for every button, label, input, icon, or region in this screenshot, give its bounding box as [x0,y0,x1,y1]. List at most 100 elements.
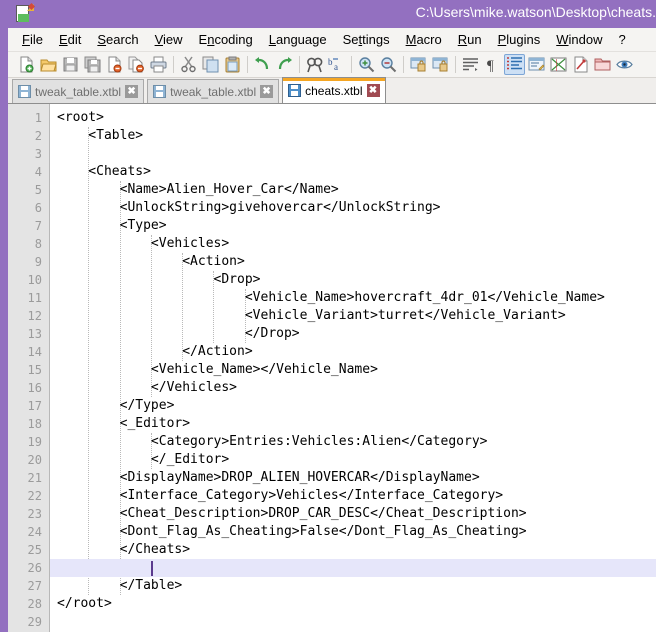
zoom-in-icon[interactable] [356,54,377,75]
tab-label: cheats.xtbl [305,83,363,98]
menu-item-view[interactable]: View [147,29,191,50]
code-line[interactable]: <Vehicles> [50,235,656,253]
window-title: C:\Users\mike.watson\Desktop\cheats. [415,4,656,20]
code-line[interactable]: </Vehicles> [50,379,656,397]
line-number: 1 [34,111,42,125]
code-line[interactable]: <Name>Alien_Hover_Car</Name> [50,181,656,199]
code-line[interactable]: </Type> [50,397,656,415]
code-line[interactable]: </Cheats> [50,541,656,559]
redo-icon[interactable] [274,54,295,75]
sync-vertical-scroll-icon[interactable] [408,54,429,75]
save-icon[interactable] [60,54,81,75]
code-line[interactable]: <Vehicle_Variant>turret</Vehicle_Variant… [50,307,656,325]
code-line[interactable]: <Table> [50,127,656,145]
code-line[interactable] [50,559,656,577]
line-number: 5 [34,183,42,197]
code-line[interactable]: <Dont_Flag_As_Cheating>False</Dont_Flag_… [50,523,656,541]
code-line[interactable]: </Table> [50,577,656,595]
undo-icon[interactable] [252,54,273,75]
line-number: 15 [27,363,42,377]
toolbar-separator [351,56,352,73]
menu-item-language[interactable]: Language [261,29,335,50]
notepad-plus-plus-icon[interactable] [14,2,36,24]
indent-guide-icon[interactable] [504,54,525,75]
find-icon[interactable] [304,54,325,75]
notepad-plus-plus-window: C:\Users\mike.watson\Desktop\cheats. Fil… [0,0,656,632]
code-line[interactable]: </root> [50,595,656,613]
close-file-icon[interactable] [104,54,125,75]
print-icon[interactable] [148,54,169,75]
tab-tweak-table-1[interactable]: tweak_table.xtbl ✖ [12,79,145,103]
tab-close-icon[interactable]: ✖ [366,84,380,97]
code-line[interactable]: <Category>Entries:Vehicles:Alien</Catego… [50,433,656,451]
menu-item-macro[interactable]: Macro [398,29,450,50]
paste-icon[interactable] [222,54,243,75]
save-all-icon[interactable] [82,54,103,75]
menu-item-settings[interactable]: Settings [335,29,398,50]
line-number: 2 [34,129,42,143]
line-number: 20 [27,453,42,467]
line-number: 14 [27,345,42,359]
close-all-files-icon[interactable] [126,54,147,75]
menu-item-file[interactable]: File [14,29,51,50]
code-line[interactable] [50,613,656,631]
menu-item-encoding[interactable]: Encoding [191,29,261,50]
menu-item-edit[interactable]: Edit [51,29,89,50]
replace-icon[interactable]: ba [326,54,347,75]
editor-area[interactable]: 1 2 3 4 5 6 7 8 9 10 11 12 13 14 15 16 17 18 19 20 21 22 23 24 2… [8,104,656,632]
code-line[interactable]: </_Editor> [50,451,656,469]
toolbar-separator [299,56,300,73]
code-line[interactable]: <root> [50,109,656,127]
line-number: 3 [34,147,42,161]
sync-horizontal-scroll-icon[interactable] [430,54,451,75]
code-line[interactable]: <Drop> [50,271,656,289]
code-line[interactable]: <Vehicle_Name></Vehicle_Name> [50,361,656,379]
document-map-icon[interactable] [548,54,569,75]
menu-item-plugins[interactable]: Plugins [490,29,549,50]
menu-item-run[interactable]: Run [450,29,490,50]
code-text-area[interactable]: <root> <Table> <Cheats> <Name>Alien_Hove… [50,104,656,632]
cut-icon[interactable] [178,54,199,75]
monitor-file-icon[interactable] [614,54,635,75]
code-line[interactable]: <Action> [50,253,656,271]
menu-item-window[interactable]: Window [548,29,610,50]
menu-item-help[interactable]: ? [611,29,634,50]
line-number: 4 [34,165,42,179]
show-all-characters-icon[interactable]: ¶ [482,54,503,75]
tab-tweak-table-2[interactable]: tweak_table.xtbl ✖ [147,79,280,103]
toolbar-separator [455,56,456,73]
tab-close-icon[interactable]: ✖ [125,85,139,98]
svg-text:¶: ¶ [487,58,494,73]
code-line[interactable]: </Action> [50,343,656,361]
zoom-out-icon[interactable] [378,54,399,75]
tab-label: tweak_table.xtbl [35,84,122,99]
line-number: 23 [27,507,42,521]
code-line[interactable]: <Type> [50,217,656,235]
copy-icon[interactable] [200,54,221,75]
svg-text:a: a [334,62,338,72]
line-number: 19 [27,435,42,449]
menu-item-search[interactable]: Search [89,29,146,50]
line-number: 10 [27,273,42,287]
code-line[interactable]: <DisplayName>DROP_ALIEN_HOVERCAR</Displa… [50,469,656,487]
code-line[interactable]: <Cheat_Description>DROP_CAR_DESC</Cheat_… [50,505,656,523]
new-file-icon[interactable] [16,54,37,75]
line-number-gutter: 1 2 3 4 5 6 7 8 9 10 11 12 13 14 15 16 17 18 19 20 21 22 23 24 2… [8,104,50,632]
folder-as-workspace-icon[interactable] [592,54,613,75]
tab-close-icon[interactable]: ✖ [260,85,274,98]
code-line[interactable]: <UnlockString>givehovercar</UnlockString… [50,199,656,217]
code-line[interactable]: <_Editor> [50,415,656,433]
code-line[interactable] [50,145,656,163]
word-wrap-icon[interactable] [460,54,481,75]
code-line[interactable]: <Cheats> [50,163,656,181]
code-line[interactable]: <Interface_Category>Vehicles</Interface_… [50,487,656,505]
code-line[interactable]: <Vehicle_Name>hovercraft_4dr_01</Vehicle… [50,289,656,307]
open-file-icon[interactable] [38,54,59,75]
user-defined-dialog-icon[interactable] [526,54,547,75]
tab-cheats[interactable]: cheats.xtbl ✖ [282,77,386,103]
line-number: 13 [27,327,42,341]
tab-label: tweak_table.xtbl [170,84,257,99]
code-line[interactable]: </Drop> [50,325,656,343]
function-list-icon[interactable] [570,54,591,75]
svg-text:b: b [328,57,333,67]
